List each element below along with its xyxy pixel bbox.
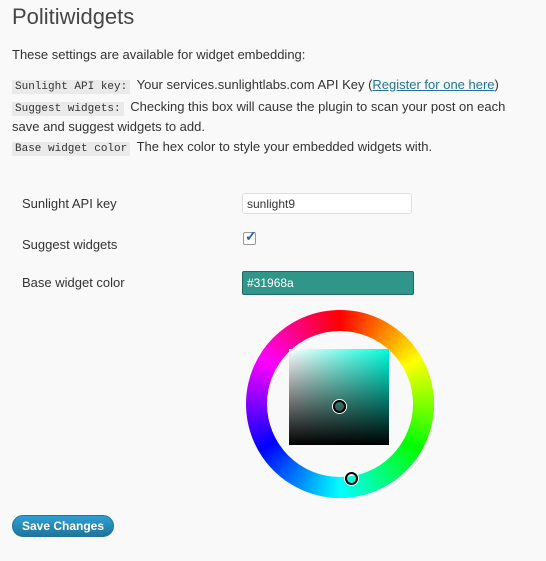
color-code: Base widget color xyxy=(12,142,131,156)
suggest-widgets-checkbox[interactable]: ✓ xyxy=(243,228,257,245)
color-description: Base widget color The hex color to style… xyxy=(12,138,532,158)
base-color-input[interactable] xyxy=(242,271,414,295)
page-title: Politiwidgets xyxy=(12,4,135,29)
color-picker[interactable] xyxy=(246,310,434,498)
api-key-desc-close: ) xyxy=(494,77,499,92)
api-key-desc-text: Your services.sunlightlabs.com API Key ( xyxy=(136,77,373,92)
suggest-code: Suggest widgets: xyxy=(12,102,124,116)
api-key-description: Sunlight API key: Your services.sunlight… xyxy=(12,76,532,96)
suggest-widgets-label: Suggest widgets xyxy=(22,237,118,252)
suggest-description: Suggest widgets: Checking this box will … xyxy=(12,98,532,135)
register-link[interactable]: Register for one here xyxy=(372,77,494,92)
saturation-square[interactable] xyxy=(289,349,389,445)
api-key-input[interactable] xyxy=(242,193,412,214)
hue-marker[interactable] xyxy=(345,472,358,485)
base-color-label: Base widget color xyxy=(22,275,125,290)
api-key-label: Sunlight API key xyxy=(22,196,117,211)
checkmark-icon: ✓ xyxy=(245,228,257,244)
color-desc-text: The hex color to style your embedded wid… xyxy=(136,139,433,154)
saturation-marker[interactable] xyxy=(333,400,346,413)
api-key-code: Sunlight API key: xyxy=(12,80,131,94)
save-changes-button[interactable]: Save Changes xyxy=(12,515,114,537)
intro-text: These settings are available for widget … xyxy=(12,47,306,62)
